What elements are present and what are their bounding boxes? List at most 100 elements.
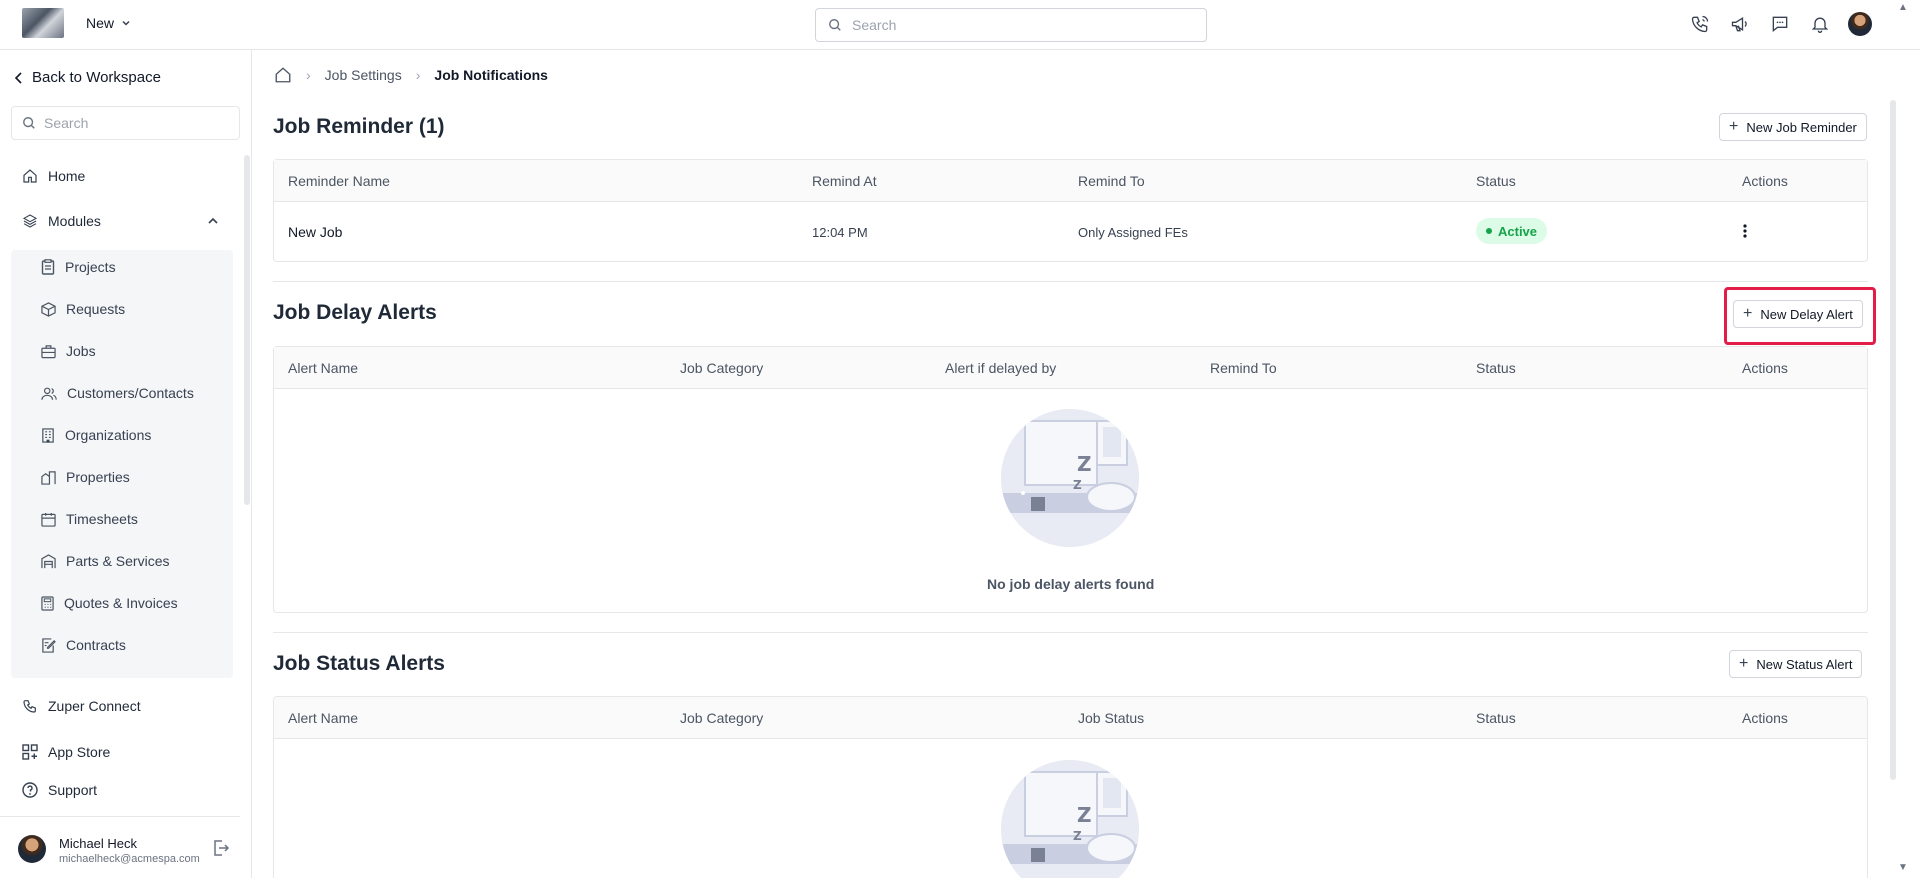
- modules-submenu: Projects Requests Jobs Customers/Contact…: [11, 250, 233, 678]
- column-header: Remind To: [1078, 173, 1145, 189]
- reminder-name[interactable]: New Job: [288, 224, 342, 240]
- avatar[interactable]: [18, 835, 46, 863]
- remind-at: 12:04 PM: [812, 225, 868, 240]
- bell-icon[interactable]: [1808, 12, 1832, 36]
- sidebar-item-customers-contacts[interactable]: Customers/Contacts: [41, 385, 194, 401]
- users-icon: [41, 387, 57, 400]
- sidebar-item-zuper-connect[interactable]: Zuper Connect: [22, 698, 141, 714]
- table-header: Alert Name Job Category Alert if delayed…: [274, 347, 1867, 389]
- new-menu-button[interactable]: New: [86, 15, 132, 31]
- sidebar-item-requests[interactable]: Requests: [41, 301, 125, 317]
- sidebar-item-label: Properties: [66, 469, 130, 485]
- sidebar-item-properties[interactable]: Properties: [41, 469, 130, 485]
- sidebar-item-label: Timesheets: [66, 511, 138, 527]
- company-logo[interactable]: [22, 8, 64, 38]
- logout-icon[interactable]: [212, 839, 230, 857]
- user-avatar[interactable]: [1848, 12, 1872, 36]
- global-search[interactable]: [815, 8, 1207, 42]
- new-status-alert-button[interactable]: + New Status Alert: [1729, 650, 1863, 678]
- sidebar-item-support[interactable]: Support: [22, 782, 97, 798]
- column-header: Remind At: [812, 173, 877, 189]
- layers-icon: [22, 214, 38, 228]
- column-header: Actions: [1742, 710, 1788, 726]
- sidebar-item-label: Home: [48, 168, 86, 184]
- sidebar-item-parts-services[interactable]: Parts & Services: [41, 553, 169, 569]
- svg-text:Z: Z: [1073, 478, 1082, 492]
- chevron-down-icon: [122, 20, 130, 26]
- user-name: Michael Heck: [59, 836, 138, 851]
- home-icon: [23, 169, 37, 183]
- calculator-icon: [41, 595, 54, 611]
- sidebar-item-projects[interactable]: Projects: [41, 259, 116, 275]
- user-profile: Michael Heck michaelheck@acmespa.com: [0, 816, 240, 878]
- home-icon[interactable]: [274, 66, 292, 84]
- plus-icon: +: [1743, 305, 1753, 322]
- clipboard-icon: [41, 259, 55, 275]
- column-header: Alert Name: [288, 710, 359, 726]
- job-delay-alerts-title: Job Delay Alerts: [273, 301, 437, 324]
- sidebar-item-label: App Store: [48, 744, 111, 760]
- column-header: Reminder Name: [288, 173, 390, 189]
- sidebar-item-label: Support: [48, 782, 98, 798]
- top-icons: [1688, 12, 1872, 36]
- job-status-alerts-title: Job Status Alerts: [273, 652, 445, 675]
- table-header: Reminder Name Remind At Remind To Status…: [274, 160, 1867, 202]
- new-delay-alert-button[interactable]: + New Delay Alert: [1733, 300, 1863, 328]
- sidebar-item-jobs[interactable]: Jobs: [41, 343, 96, 359]
- sidebar-scrollbar[interactable]: [244, 155, 250, 505]
- global-search-input[interactable]: [852, 17, 1172, 33]
- status-label: Active: [1498, 223, 1538, 239]
- sidebar-item-label: Quotes & Invoices: [64, 595, 178, 611]
- megaphone-icon[interactable]: [1728, 12, 1752, 36]
- scroll-down-arrow[interactable]: ▼: [1898, 862, 1908, 873]
- chevron-right-icon: ›: [415, 67, 421, 83]
- sidebar-item-modules[interactable]: Modules: [22, 213, 101, 229]
- user-email: michaelheck@acmespa.com: [59, 853, 200, 865]
- svg-text:Z: Z: [1077, 452, 1092, 476]
- chevron-right-icon: ›: [306, 67, 311, 83]
- column-header: Job Status: [1078, 710, 1145, 726]
- phone-icon: [23, 700, 36, 713]
- sidebar-item-timesheets[interactable]: Timesheets: [41, 511, 138, 527]
- remind-to: Only Assigned FEs: [1078, 225, 1188, 240]
- job-status-alerts-table: Alert Name Job Category Job Status Statu…: [273, 696, 1868, 878]
- grid-icon: [22, 744, 38, 760]
- more-actions-icon[interactable]: [1742, 223, 1748, 239]
- sidebar-item-label: Jobs: [66, 343, 96, 359]
- breadcrumb: › Job Settings › Job Notifications: [274, 66, 548, 84]
- scroll-up-arrow[interactable]: ▲: [1898, 2, 1908, 13]
- phone-icon[interactable]: [1688, 12, 1712, 36]
- briefcase-icon: [41, 344, 56, 358]
- section-divider: [273, 281, 1868, 282]
- column-header: Actions: [1742, 360, 1788, 376]
- sidebar-item-contracts[interactable]: Contracts: [41, 637, 126, 653]
- sidebar-search[interactable]: [11, 106, 240, 140]
- contract-icon: [42, 637, 56, 653]
- sidebar-search-input[interactable]: [44, 115, 224, 131]
- column-header: Status: [1476, 360, 1516, 376]
- empty-state-text: No job delay alerts found: [987, 576, 1155, 592]
- table-header: Alert Name Job Category Job Status Statu…: [274, 697, 1867, 739]
- chevron-up-icon[interactable]: [206, 214, 220, 228]
- back-to-workspace-label: Back to Workspace: [32, 69, 161, 86]
- sidebar-item-quotes-invoices[interactable]: Quotes & Invoices: [41, 595, 178, 611]
- empty-state-illustration: Z Z: [1001, 409, 1139, 547]
- back-to-workspace-link[interactable]: Back to Workspace: [14, 69, 161, 86]
- breadcrumb-job-settings[interactable]: Job Settings: [325, 67, 402, 83]
- sidebar-item-home[interactable]: Home: [22, 168, 85, 184]
- breadcrumb-job-notifications: Job Notifications: [434, 67, 548, 83]
- chevron-left-icon: [14, 71, 22, 84]
- column-header: Status: [1476, 173, 1516, 189]
- status-badge: Active: [1476, 218, 1548, 244]
- button-label: New Delay Alert: [1760, 306, 1853, 322]
- button-label: New Job Reminder: [1746, 119, 1857, 135]
- sidebar-item-app-store[interactable]: App Store: [22, 744, 110, 760]
- plus-icon: +: [1739, 655, 1749, 672]
- new-job-reminder-button[interactable]: + New Job Reminder: [1719, 113, 1867, 141]
- column-header: Actions: [1742, 173, 1788, 189]
- sidebar-item-organizations[interactable]: Organizations: [41, 427, 151, 443]
- chat-icon[interactable]: [1768, 12, 1792, 36]
- job-delay-alerts-table: Alert Name Job Category Alert if delayed…: [273, 346, 1868, 613]
- main-scrollbar[interactable]: [1890, 100, 1896, 780]
- top-bar: New: [0, 0, 1920, 50]
